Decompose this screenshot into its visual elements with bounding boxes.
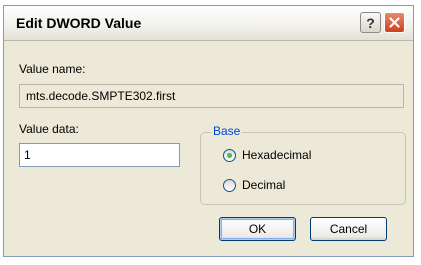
hexadecimal-radio[interactable]: Hexadecimal bbox=[223, 148, 311, 162]
radio-unchecked-icon bbox=[223, 178, 236, 192]
hexadecimal-label: Hexadecimal bbox=[242, 148, 312, 162]
help-button[interactable]: ? bbox=[360, 12, 381, 33]
decimal-label: Decimal bbox=[242, 178, 286, 192]
radio-checked-icon bbox=[223, 148, 236, 162]
value-name-field: mts.decode.SMPTE302.first bbox=[19, 84, 404, 108]
decimal-radio[interactable]: Decimal bbox=[223, 178, 285, 192]
base-group-label: Base bbox=[211, 124, 243, 138]
value-data-label: Value data: bbox=[19, 122, 79, 136]
edit-dword-dialog: Edit DWORD Value ? Value name: mts.decod… bbox=[3, 5, 414, 257]
help-icon: ? bbox=[366, 14, 375, 31]
value-data-input[interactable] bbox=[19, 143, 180, 167]
value-name-label: Value name: bbox=[19, 62, 86, 76]
title-bar[interactable]: Edit DWORD Value ? bbox=[4, 6, 413, 41]
cancel-button[interactable]: Cancel bbox=[310, 217, 387, 241]
close-button[interactable] bbox=[384, 12, 405, 33]
close-icon bbox=[389, 17, 400, 28]
base-groupbox bbox=[200, 132, 406, 205]
window-title: Edit DWORD Value bbox=[16, 15, 142, 31]
ok-button[interactable]: OK bbox=[219, 217, 296, 241]
